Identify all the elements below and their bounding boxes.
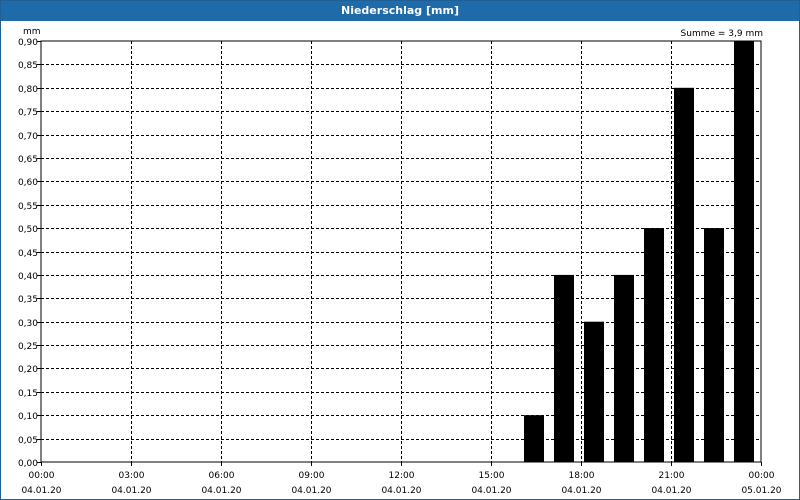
x-tick-time-label: 18:00 xyxy=(569,471,595,481)
y-tick-label: 0,50 xyxy=(18,225,38,235)
precipitation-bar xyxy=(524,415,544,462)
x-tick-date-label: 05.01.20 xyxy=(741,486,781,496)
x-tick-time-label: 03:00 xyxy=(119,471,145,481)
precipitation-bar xyxy=(674,87,694,463)
precipitation-bar xyxy=(704,228,724,462)
y-tick-label: 0,90 xyxy=(18,38,38,48)
precipitation-chart: 0,00 0,05 0,10 0,15 0,20 0,25 0,30 0,35 0,40 0,45… xyxy=(18,27,782,496)
x-tick-date-label: 04.01.20 xyxy=(291,486,331,496)
precipitation-bar xyxy=(644,228,664,462)
x-tick-time-label: 15:00 xyxy=(479,471,505,481)
y-tick-labels: 0,00 0,05 0,10 0,15 0,20 0,25 0,30 0,35 0,40 0,45… xyxy=(18,38,38,469)
y-tick-label: 0,60 xyxy=(18,178,38,188)
x-tick-date-label: 04.01.20 xyxy=(111,486,151,496)
y-tick-label: 0,70 xyxy=(18,132,38,142)
x-tick-date-label: 04.01.20 xyxy=(201,486,241,496)
y-tick-label: 0,45 xyxy=(18,249,38,259)
x-tick-date-label: 04.01.20 xyxy=(471,486,511,496)
y-tick-label: 0,85 xyxy=(18,61,38,71)
y-tick-label: 0,15 xyxy=(18,389,38,399)
y-tick-label: 0,35 xyxy=(18,295,38,305)
precipitation-bar xyxy=(734,41,754,462)
sum-annotation: Summe = 3,9 mm xyxy=(681,29,763,39)
x-tick-time-label: 00:00 xyxy=(29,471,55,481)
chart-window: Niederschlag [mm] 0,00 0,05 0,10 0,15 0,20 0,… xyxy=(0,0,800,500)
precipitation-bar xyxy=(584,321,604,462)
y-tick-label: 0,25 xyxy=(18,342,38,352)
y-tick-label: 0,80 xyxy=(18,85,38,95)
precipitation-bar xyxy=(614,274,634,462)
x-tick-date-label: 04.01.20 xyxy=(561,486,601,496)
y-tick-label: 0,65 xyxy=(18,155,38,165)
y-tick-label: 0,75 xyxy=(18,108,38,118)
y-tick-label: 0,20 xyxy=(18,365,38,375)
x-tick-time-label: 00:00 xyxy=(749,471,775,481)
precipitation-bar xyxy=(554,274,574,462)
x-tick-time-label: 06:00 xyxy=(209,471,235,481)
x-tick-labels: 00:00 04.01.20 03:00 04.01.20 06:00 04.01.20 0… xyxy=(21,471,781,496)
y-tick-label: 0,10 xyxy=(18,412,38,422)
x-tick-date-label: 04.01.20 xyxy=(21,486,61,496)
bars-layer xyxy=(524,41,754,463)
y-tick-label: 0,40 xyxy=(18,272,38,282)
y-tick-label: 0,05 xyxy=(18,436,38,446)
x-tick-time-label: 09:00 xyxy=(299,471,325,481)
x-tick-date-label: 04.01.20 xyxy=(381,486,421,496)
y-tick-label: 0,00 xyxy=(18,459,38,469)
x-tick-date-label: 04.01.20 xyxy=(651,486,691,496)
x-tick-time-label: 12:00 xyxy=(389,471,415,481)
x-tick-time-label: 21:00 xyxy=(659,471,685,481)
y-tick-label: 0,55 xyxy=(18,202,38,212)
y-tick-label: 0,30 xyxy=(18,319,38,329)
y-axis-unit-label: mm xyxy=(23,27,41,37)
chart-title: Niederschlag [mm] xyxy=(1,1,799,21)
